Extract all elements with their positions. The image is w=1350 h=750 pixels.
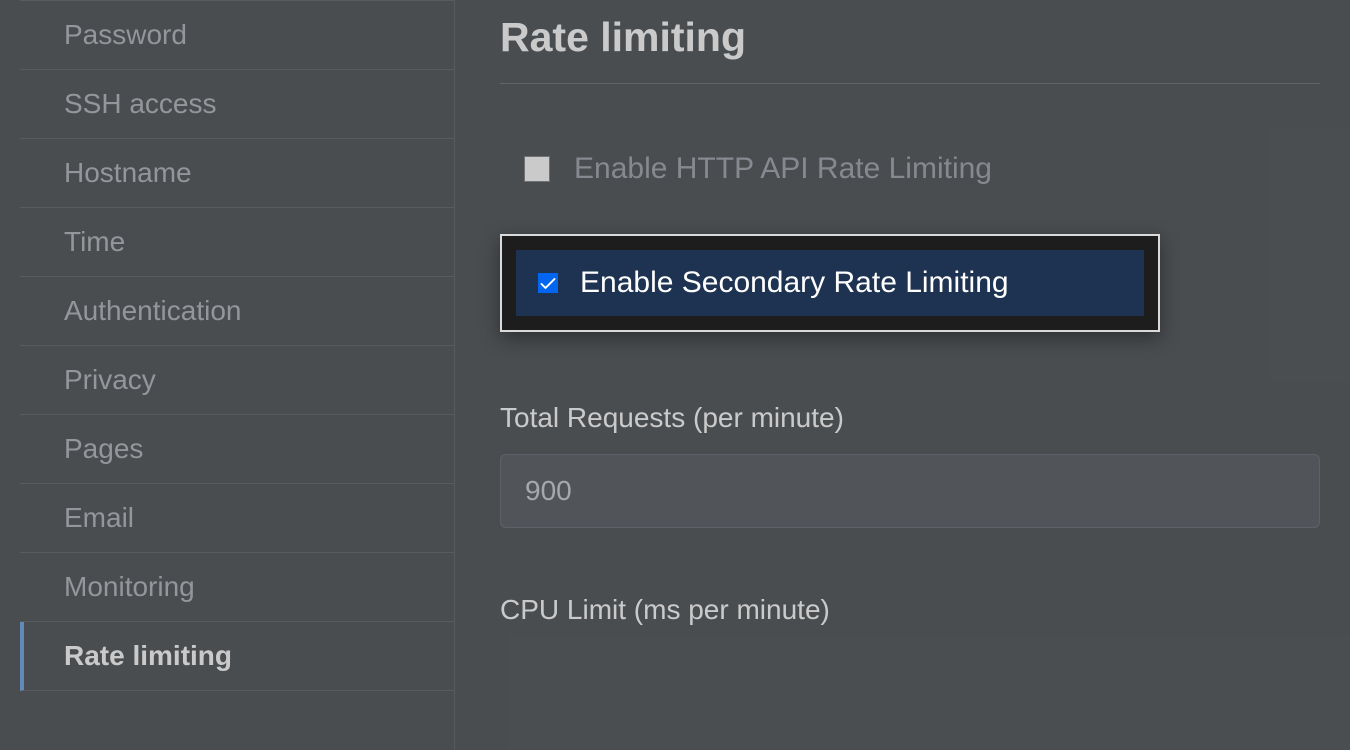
secondary-rate-limiting-highlight: Enable Secondary Rate Limiting <box>500 234 1320 332</box>
cpu-limit-label: CPU Limit (ms per minute) <box>500 594 1320 626</box>
sidebar-item-pages[interactable]: Pages <box>20 415 454 484</box>
total-requests-input[interactable] <box>500 454 1320 528</box>
sidebar-item-ssh-access[interactable]: SSH access <box>20 70 454 139</box>
sidebar-item-rate-limiting[interactable]: Rate limiting <box>20 622 454 691</box>
enable-http-api-rate-limiting-row[interactable]: Enable HTTP API Rate Limiting <box>500 144 1320 194</box>
enable-http-api-rate-limiting-checkbox[interactable] <box>524 156 550 182</box>
settings-sidebar: Password SSH access Hostname Time Authen… <box>0 0 455 750</box>
sidebar-item-monitoring[interactable]: Monitoring <box>20 553 454 622</box>
sidebar-item-authentication[interactable]: Authentication <box>20 277 454 346</box>
sidebar-item-time[interactable]: Time <box>20 208 454 277</box>
enable-secondary-rate-limiting-label: Enable Secondary Rate Limiting <box>580 266 1009 300</box>
sidebar-item-password[interactable]: Password <box>20 0 454 70</box>
main-content: Rate limiting Enable HTTP API Rate Limit… <box>455 0 1350 750</box>
cpu-limit-field: CPU Limit (ms per minute) <box>500 594 1320 626</box>
total-requests-label: Total Requests (per minute) <box>500 402 1320 434</box>
total-requests-field: Total Requests (per minute) <box>500 402 1320 528</box>
page-title: Rate limiting <box>500 0 1320 84</box>
sidebar-item-hostname[interactable]: Hostname <box>20 139 454 208</box>
sidebar-item-email[interactable]: Email <box>20 484 454 553</box>
checkmark-icon <box>538 273 558 293</box>
enable-secondary-rate-limiting-checkbox[interactable] <box>538 273 558 293</box>
sidebar-item-privacy[interactable]: Privacy <box>20 346 454 415</box>
enable-secondary-rate-limiting-row[interactable]: Enable Secondary Rate Limiting <box>516 250 1144 316</box>
enable-http-api-rate-limiting-label: Enable HTTP API Rate Limiting <box>574 152 992 186</box>
